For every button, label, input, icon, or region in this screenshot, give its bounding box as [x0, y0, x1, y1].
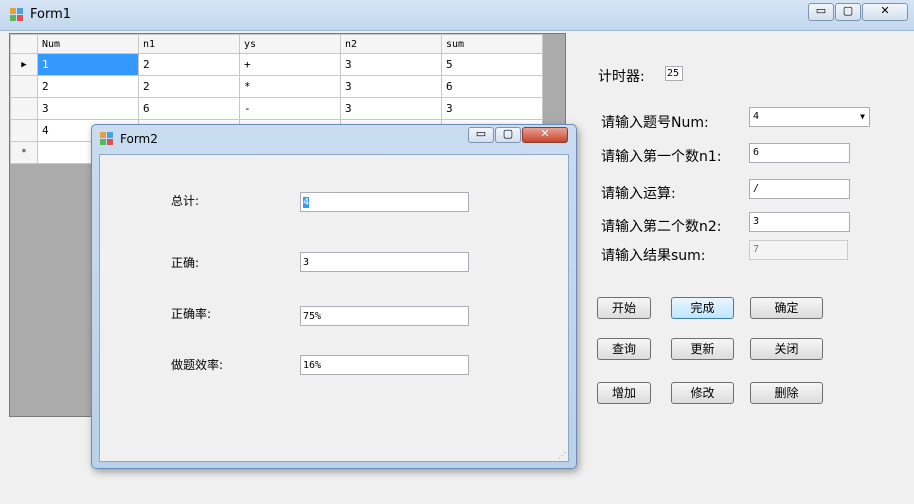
close-icon: ✕	[880, 4, 890, 17]
maximize-button[interactable]: ▢	[835, 3, 861, 21]
modify-button[interactable]: 修改	[671, 382, 734, 404]
operator-input[interactable]: /	[749, 179, 850, 199]
grid-cell[interactable]: 3	[340, 53, 442, 76]
form2-app-icon	[100, 132, 114, 145]
grid-cell[interactable]: 2	[138, 75, 240, 98]
grid-cell[interactable]: 1	[37, 53, 139, 76]
sum-input: 7	[749, 240, 848, 260]
rate-label: 正确率:	[171, 307, 212, 321]
row-header[interactable]	[10, 75, 38, 98]
grid-cell[interactable]: 3	[340, 75, 442, 98]
correct-label: 正确:	[171, 256, 200, 270]
n2-label: 请输入第二个数n2:	[601, 219, 722, 235]
column-header-ys[interactable]: ys	[239, 34, 341, 54]
grid-cell[interactable]: 2	[138, 53, 240, 76]
operator-label: 请输入运算:	[601, 186, 676, 202]
n1-label: 请输入第一个数n1:	[601, 149, 722, 165]
query-button[interactable]: 查询	[597, 338, 651, 360]
grid-cell[interactable]: 3	[441, 97, 543, 120]
form2-title: Form2	[120, 132, 158, 146]
grid-corner-header[interactable]	[10, 34, 38, 54]
current-row-indicator[interactable]: ▶	[10, 53, 38, 76]
grid-cell[interactable]: 6	[441, 75, 543, 98]
grid-cell[interactable]: 3	[340, 97, 442, 120]
update-button[interactable]: 更新	[671, 338, 734, 360]
chevron-down-icon[interactable]: ▼	[860, 108, 865, 126]
efficiency-field[interactable]: 16%	[300, 355, 469, 375]
total-value: 4	[303, 197, 310, 208]
maximize-icon: ▢	[502, 127, 514, 140]
grid-cell[interactable]: 5	[441, 53, 543, 76]
form1-title: Form1	[30, 7, 72, 22]
delete-button[interactable]: 删除	[750, 382, 823, 404]
grid-cell[interactable]: 3	[37, 97, 139, 120]
form2-close-button[interactable]: ✕	[522, 127, 568, 143]
timer-label: 计时器:	[598, 69, 645, 85]
close-button[interactable]: ✕	[862, 3, 908, 21]
total-label: 总计:	[171, 194, 200, 208]
resize-grip-icon[interactable]: ⋰	[558, 451, 566, 460]
n1-input[interactable]: 6	[749, 143, 850, 163]
column-header-sum[interactable]: sum	[441, 34, 543, 54]
form1-titlebar: Form1 ▭ ▢ ✕	[0, 0, 914, 31]
correct-field[interactable]: 3	[300, 252, 469, 272]
grid-cell[interactable]: *	[239, 75, 341, 98]
column-header-n1[interactable]: n1	[138, 34, 240, 54]
row-header[interactable]	[10, 97, 38, 120]
sum-label: 请输入结果sum:	[601, 248, 706, 264]
num-select[interactable]: 4 ▼	[749, 107, 870, 127]
rate-field[interactable]: 75%	[300, 306, 469, 326]
grid-cell[interactable]: 6	[138, 97, 240, 120]
table-row[interactable]: 2 2 * 3 6	[10, 75, 543, 98]
grid-header-row: Num n1 ys n2 sum	[10, 34, 543, 54]
form2-minimize-button[interactable]: ▭	[468, 127, 494, 143]
table-row[interactable]: ▶ 1 2 + 3 5	[10, 53, 543, 76]
minimize-button[interactable]: ▭	[808, 3, 834, 21]
grid-cell[interactable]: 2	[37, 75, 139, 98]
new-row-marker[interactable]: *	[10, 141, 38, 164]
minimize-icon: ▭	[815, 4, 827, 17]
close-form-button[interactable]: 关闭	[750, 338, 823, 360]
start-button[interactable]: 开始	[597, 297, 651, 319]
grid-cell[interactable]: -	[239, 97, 341, 120]
column-header-num[interactable]: Num	[37, 34, 139, 54]
n2-input[interactable]: 3	[749, 212, 850, 232]
num-select-value: 4	[753, 111, 760, 122]
efficiency-label: 做题效率:	[171, 358, 224, 372]
add-button[interactable]: 增加	[597, 382, 651, 404]
num-label: 请输入题号Num:	[601, 115, 709, 131]
close-icon: ✕	[540, 127, 550, 140]
timer-value: 25	[665, 66, 683, 81]
finish-button[interactable]: 完成	[671, 297, 734, 319]
app-icon	[10, 8, 24, 21]
row-header[interactable]	[10, 119, 38, 142]
total-field[interactable]: 4	[300, 192, 469, 212]
form2-maximize-button[interactable]: ▢	[495, 127, 521, 143]
confirm-button[interactable]: 确定	[750, 297, 823, 319]
table-row[interactable]: 3 6 - 3 3	[10, 97, 543, 120]
grid-cell[interactable]: +	[239, 53, 341, 76]
maximize-icon: ▢	[842, 4, 854, 17]
minimize-icon: ▭	[475, 127, 487, 140]
column-header-n2[interactable]: n2	[340, 34, 442, 54]
form2-window[interactable]: Form2 ▭ ▢ ✕ 总计: 4 正确: 3 正确率: 75% 做题效率: 1…	[91, 124, 577, 469]
form2-client-area: 总计: 4 正确: 3 正确率: 75% 做题效率: 16% ⋰	[99, 154, 569, 462]
